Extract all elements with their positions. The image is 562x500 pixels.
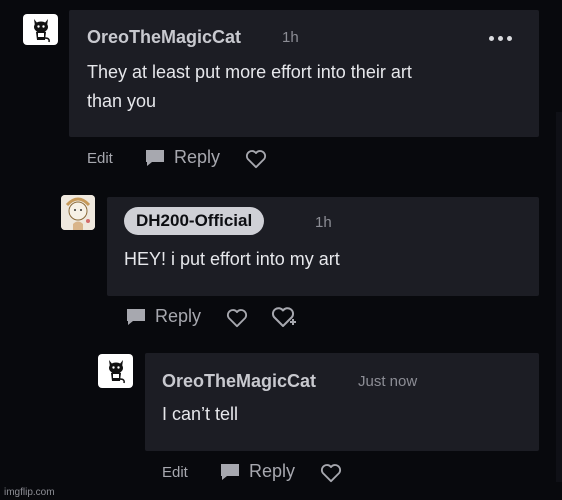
author-avatar[interactable] xyxy=(61,195,95,230)
more-options-icon[interactable] xyxy=(489,36,512,41)
author-avatar[interactable] xyxy=(23,14,58,45)
author-avatar[interactable] xyxy=(98,354,133,388)
comment-bubble: DH200-Official 1h HEY! i put effort into… xyxy=(107,197,539,296)
reply-button[interactable]: Reply xyxy=(144,147,220,168)
reply-bubble-icon xyxy=(146,149,164,166)
comment-timestamp: 1h xyxy=(315,214,332,231)
reply-label: Reply xyxy=(249,461,296,481)
comment-bubble: OreoTheMagicCat 1h They at least put mor… xyxy=(69,10,539,137)
watermark: imgflip.com xyxy=(4,487,55,498)
comment-body: They at least put more effort into their… xyxy=(87,62,412,111)
comment-author[interactable]: OreoTheMagicCat xyxy=(87,27,241,48)
scrollbar-track[interactable] xyxy=(556,112,562,482)
reply-button[interactable]: Reply xyxy=(219,461,295,482)
edit-button[interactable]: Edit xyxy=(87,150,113,167)
comment-timestamp: 1h xyxy=(282,29,299,46)
award-heart-icon[interactable] xyxy=(271,307,297,329)
cat-icon xyxy=(108,360,125,384)
reply-bubble-icon xyxy=(127,308,145,325)
comment-timestamp: Just now xyxy=(358,373,418,390)
reply-bubble-icon xyxy=(221,463,239,480)
reply-button[interactable]: Reply xyxy=(125,306,201,327)
comment-bubble: OreoTheMagicCat Just now I can’t tell xyxy=(145,353,539,451)
reply-label: Reply xyxy=(155,306,202,326)
comment-author[interactable]: OreoTheMagicCat xyxy=(162,371,316,392)
heart-icon[interactable] xyxy=(226,308,248,328)
heart-icon[interactable] xyxy=(320,463,342,483)
comment-thread: OreoTheMagicCat 1h They at least put mor… xyxy=(0,0,562,500)
comment-body: HEY! i put effort into my art xyxy=(124,249,340,269)
edit-button[interactable]: Edit xyxy=(162,464,188,481)
doodle-avatar-icon xyxy=(61,195,95,230)
comment-body: I can’t tell xyxy=(162,404,239,424)
reply-label: Reply xyxy=(174,147,221,167)
comment-author[interactable]: DH200-Official xyxy=(124,207,265,235)
cat-icon xyxy=(33,18,50,42)
heart-icon[interactable] xyxy=(245,149,267,169)
